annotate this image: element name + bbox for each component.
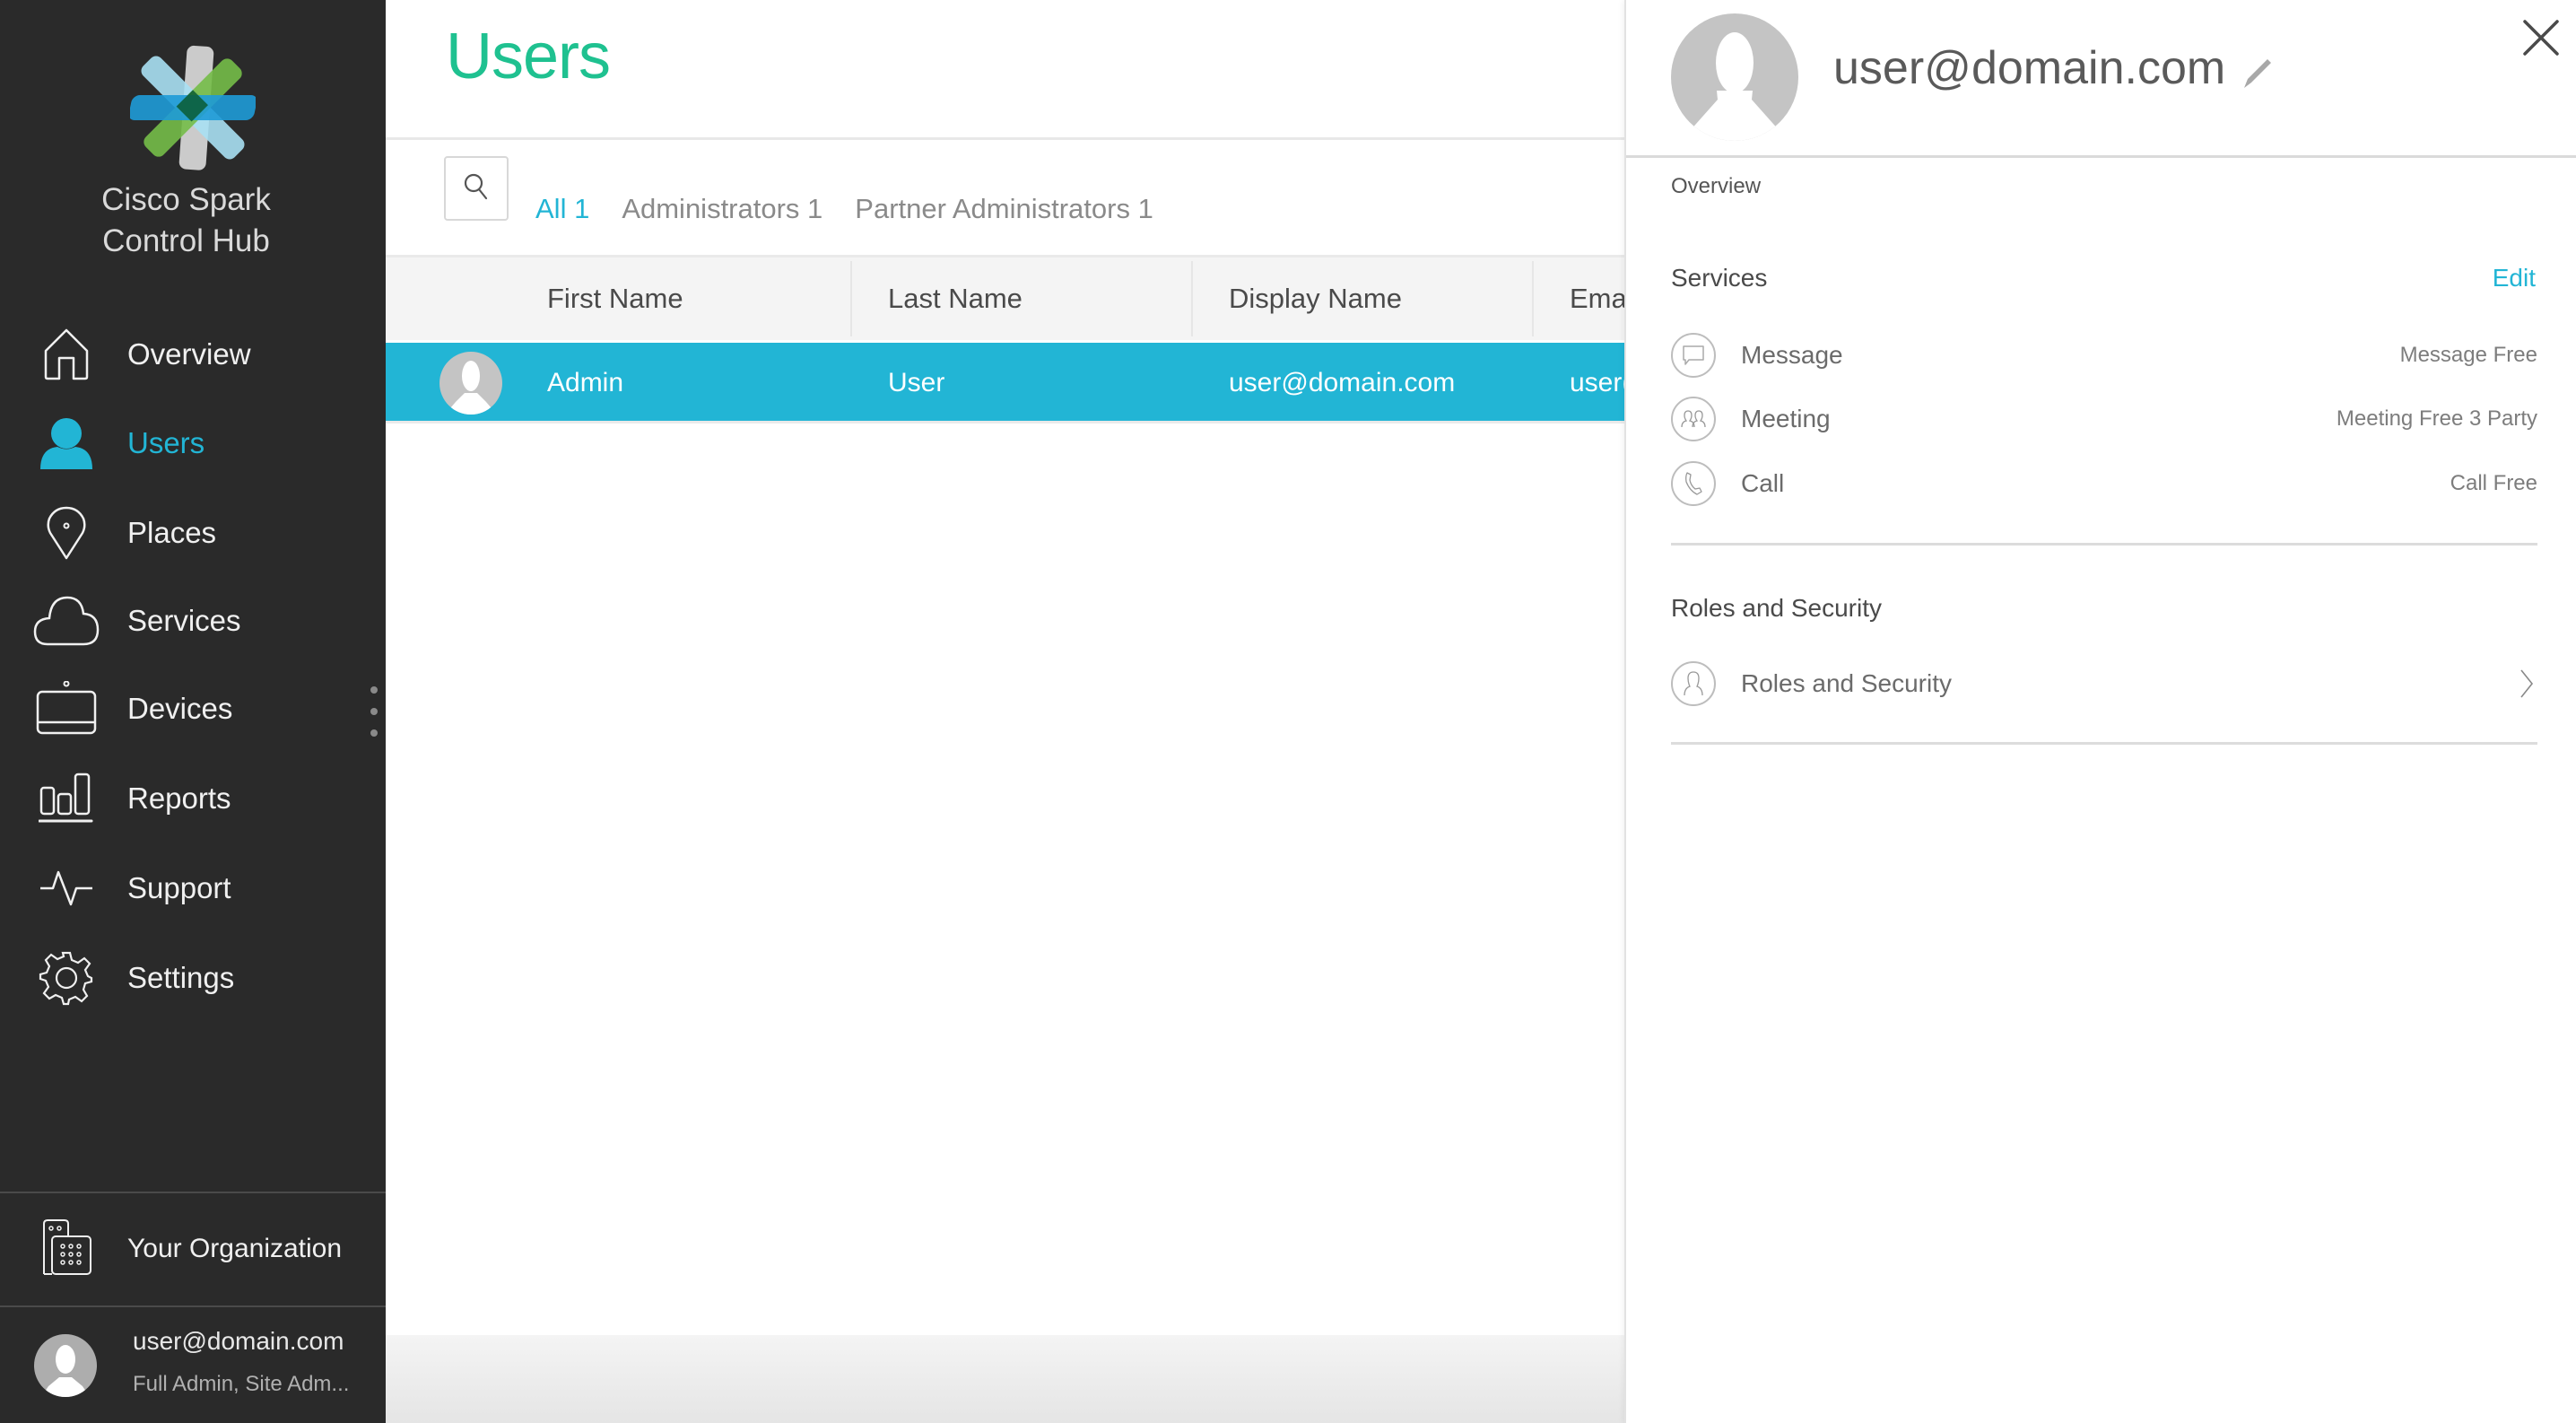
sidebar-item-label: Reports bbox=[127, 781, 231, 815]
sidebar-item-overview[interactable]: Overview bbox=[0, 314, 386, 395]
current-user-email: user@domain.com bbox=[133, 1327, 344, 1355]
sidebar-item-places[interactable]: Places bbox=[0, 493, 386, 573]
your-organization-label: Your Organization bbox=[127, 1234, 343, 1263]
service-item-meeting: Meeting Meeting Free 3 Party bbox=[1671, 392, 2537, 446]
search-icon bbox=[463, 172, 490, 205]
sidebar-item-label: Users bbox=[127, 426, 205, 459]
section-divider bbox=[1671, 543, 2537, 546]
panel-header-divider bbox=[1626, 155, 2576, 158]
header-divider bbox=[386, 137, 1624, 140]
column-header-display-name[interactable]: Display Name bbox=[1229, 258, 1525, 340]
cell-first-name: Admin bbox=[547, 368, 624, 397]
page-title: Users bbox=[446, 21, 611, 92]
your-organization-link[interactable]: Your Organization bbox=[0, 1193, 386, 1305]
section-divider bbox=[1671, 742, 2537, 745]
device-icon bbox=[32, 675, 100, 743]
column-header-last-name[interactable]: Last Name bbox=[888, 258, 1184, 340]
sidebar-item-label: Settings bbox=[127, 961, 235, 994]
sidebar-item-label: Support bbox=[127, 871, 231, 904]
sidebar-item-label: Devices bbox=[127, 692, 233, 725]
service-license: Meeting Free 3 Party bbox=[2336, 406, 2537, 431]
sidebar-item-label: Places bbox=[127, 516, 217, 549]
message-icon bbox=[1671, 333, 1716, 378]
control-hub-app: Cisco Spark Control Hub Overview Users P… bbox=[0, 0, 2576, 1423]
service-name: Message bbox=[1741, 341, 1843, 369]
roles-section-title: Roles and Security bbox=[1671, 594, 1883, 622]
avatar bbox=[1671, 13, 1798, 141]
main-content: Users All 1 Administrators 1 Partner Adm… bbox=[386, 0, 1624, 1423]
sidebar-item-services[interactable]: Services bbox=[0, 581, 386, 661]
current-user-menu[interactable]: user@domain.com Full Admin, Site Adm... bbox=[0, 1307, 386, 1423]
sidebar: Cisco Spark Control Hub Overview Users P… bbox=[0, 0, 386, 1423]
home-icon bbox=[32, 320, 100, 388]
brand-name: Cisco Spark Control Hub bbox=[0, 179, 372, 262]
table-row[interactable]: Admin User user@domain.com user( bbox=[386, 343, 1624, 423]
avatar bbox=[34, 1334, 97, 1397]
tab-all[interactable]: All 1 bbox=[535, 193, 589, 225]
sidebar-collapse-handle[interactable] bbox=[368, 686, 380, 737]
location-pin-icon bbox=[32, 499, 100, 567]
cell-last-name: User bbox=[888, 368, 945, 397]
brand-line-2: Control Hub bbox=[102, 223, 270, 258]
edit-services-link[interactable]: Edit bbox=[2493, 264, 2536, 292]
bar-chart-icon bbox=[32, 764, 100, 833]
cell-email: user( bbox=[1570, 368, 1624, 397]
user-filter-tabs: All 1 Administrators 1 Partner Administr… bbox=[535, 193, 1153, 225]
panel-title: user@domain.com bbox=[1833, 42, 2226, 94]
column-divider bbox=[1532, 261, 1534, 336]
user-icon bbox=[32, 409, 100, 477]
table-footer bbox=[386, 1335, 1624, 1423]
gear-icon bbox=[32, 944, 100, 1012]
user-detail-panel: user@domain.com Overview Services Edit M… bbox=[1624, 0, 2576, 1423]
sidebar-item-devices[interactable]: Devices bbox=[0, 668, 386, 749]
avatar bbox=[439, 352, 502, 415]
sidebar-item-support[interactable]: Support bbox=[0, 848, 386, 929]
service-license: Call Free bbox=[2450, 471, 2537, 495]
service-name: Meeting bbox=[1741, 405, 1831, 432]
tab-overview[interactable]: Overview bbox=[1671, 174, 1761, 199]
services-section-title: Services bbox=[1671, 264, 1768, 292]
pulse-icon bbox=[32, 854, 100, 922]
tab-administrators[interactable]: Administrators 1 bbox=[622, 193, 822, 225]
edit-pencil-icon[interactable] bbox=[2239, 56, 2275, 92]
tab-partner-administrators[interactable]: Partner Administrators 1 bbox=[855, 193, 1153, 225]
sidebar-item-reports[interactable]: Reports bbox=[0, 758, 386, 839]
column-divider bbox=[1191, 261, 1193, 336]
roles-and-security-label: Roles and Security bbox=[1741, 669, 1953, 697]
chevron-right-icon bbox=[2516, 668, 2537, 700]
service-item-call: Call Call Free bbox=[1671, 457, 2537, 511]
roles-and-security-link[interactable]: Roles and Security bbox=[1671, 657, 2537, 711]
cell-display-name: user@domain.com bbox=[1229, 368, 1456, 397]
sidebar-item-label: Services bbox=[127, 604, 241, 637]
column-divider bbox=[850, 261, 852, 336]
meeting-icon bbox=[1671, 397, 1716, 441]
phone-icon bbox=[1671, 461, 1716, 506]
sidebar-item-label: Overview bbox=[127, 337, 251, 371]
users-table-header: First Name Last Name Display Name Ema bbox=[386, 255, 1624, 340]
brand-line-1: Cisco Spark bbox=[101, 182, 271, 217]
current-user-roles: Full Admin, Site Adm... bbox=[133, 1372, 350, 1396]
column-header-first-name[interactable]: First Name bbox=[547, 258, 843, 340]
close-icon[interactable] bbox=[2519, 16, 2563, 59]
person-icon bbox=[1671, 661, 1716, 706]
sidebar-item-settings[interactable]: Settings bbox=[0, 938, 386, 1018]
service-name: Call bbox=[1741, 469, 1785, 497]
service-license: Message Free bbox=[2399, 343, 2537, 367]
search-button[interactable] bbox=[444, 156, 509, 221]
building-icon bbox=[41, 1218, 93, 1276]
cloud-icon bbox=[32, 587, 100, 655]
cisco-spark-logo bbox=[130, 45, 256, 170]
sidebar-item-users[interactable]: Users bbox=[0, 403, 386, 484]
column-header-email[interactable]: Ema bbox=[1570, 258, 1624, 340]
service-item-message: Message Message Free bbox=[1671, 328, 2537, 382]
